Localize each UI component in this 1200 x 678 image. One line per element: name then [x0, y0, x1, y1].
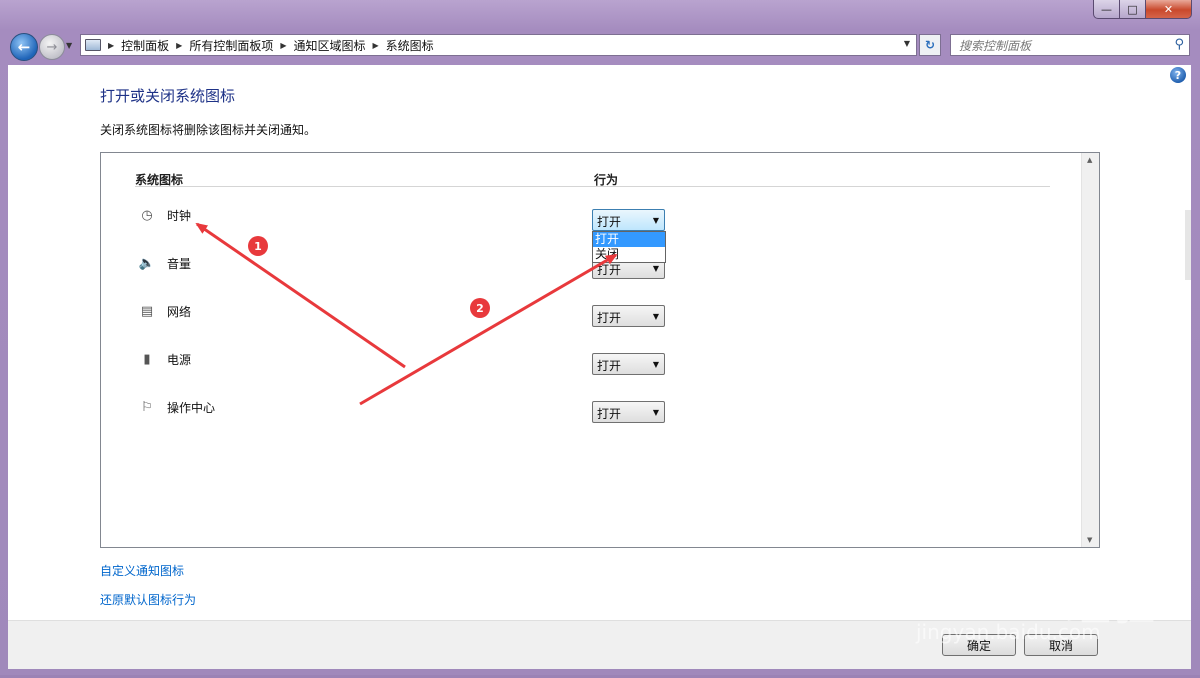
chevron-right-icon[interactable]: ▶ — [373, 41, 379, 50]
chevron-down-icon: ▼ — [652, 312, 659, 321]
caption-buttons: — □ ✕ — [1093, 0, 1192, 19]
row-power: ▮ 电源 — [101, 351, 1061, 381]
search-icon[interactable]: ⚲ — [1174, 37, 1184, 52]
content-area: ? 打开或关闭系统图标 关闭系统图标将删除该图标并关闭通知。 ▲ ▼ 系统图标 … — [8, 65, 1191, 620]
computer-icon — [85, 39, 101, 51]
recent-pages-chevron-icon[interactable]: ▼ — [66, 41, 72, 50]
action-center-behavior-select[interactable]: 打开 ▼ — [592, 401, 665, 423]
clock-icon: ◷ — [141, 207, 153, 223]
breadcrumb-control-panel[interactable]: 控制面板 — [121, 37, 169, 54]
search-input[interactable] — [957, 36, 1161, 56]
restore-default-behavior-link[interactable]: 还原默认图标行为 — [100, 591, 196, 608]
row-label: 操作中心 — [167, 401, 216, 415]
chevron-right-icon[interactable]: ▶ — [280, 41, 286, 50]
header-divider — [135, 186, 1050, 187]
minimize-button[interactable]: — — [1093, 0, 1120, 19]
row-network: ▤ 网络 — [101, 303, 1061, 333]
scroll-down-icon[interactable]: ▼ — [1087, 536, 1092, 544]
row-clock: ◷ 时钟 — [101, 207, 1061, 237]
window-frame: — □ ✕ ← → ▼ ▶ 控制面板 ▶ 所有控制面板项 ▶ 通知区域图标 ▶ … — [0, 0, 1200, 675]
customize-notification-icons-link[interactable]: 自定义通知图标 — [100, 562, 184, 579]
power-behavior-select[interactable]: 打开 ▼ — [592, 353, 665, 375]
chevron-right-icon[interactable]: ▶ — [108, 41, 114, 50]
refresh-button[interactable]: ↻ — [919, 34, 941, 56]
help-icon[interactable]: ? — [1170, 67, 1186, 83]
option-off[interactable]: 关闭 — [593, 247, 665, 262]
baidu-watermark-url: jingyan.baidu.com — [916, 620, 1101, 644]
row-action-center: ⚐ 操作中心 — [101, 399, 1061, 429]
breadcrumb-system-icons[interactable]: 系统图标 — [386, 37, 434, 54]
row-label: 时钟 — [167, 209, 192, 223]
select-value: 打开 — [597, 359, 622, 373]
chevron-down-icon: ▼ — [652, 264, 659, 273]
chevron-down-icon: ▼ — [652, 216, 659, 225]
network-icon: ▤ — [140, 303, 154, 319]
scroll-up-icon[interactable]: ▲ — [1087, 156, 1092, 164]
window-scrollbar[interactable] — [1185, 210, 1191, 280]
panel-scrollbar[interactable]: ▲ ▼ — [1081, 153, 1099, 547]
power-icon: ▮ — [143, 351, 151, 367]
chevron-down-icon: ▼ — [652, 408, 659, 417]
back-arrow-icon: ← — [17, 38, 31, 56]
select-value: 打开 — [597, 311, 622, 325]
option-on[interactable]: 打开 — [593, 232, 665, 247]
select-value: 打开 — [597, 263, 622, 277]
maximize-button[interactable]: □ — [1120, 0, 1146, 19]
page-title: 打开或关闭系统图标 — [100, 87, 236, 105]
select-value: 打开 — [597, 407, 622, 421]
forward-button[interactable]: → — [39, 34, 65, 60]
volume-icon: 🔈 — [138, 255, 156, 271]
row-label: 电源 — [167, 353, 192, 367]
chevron-right-icon[interactable]: ▶ — [176, 41, 182, 50]
address-dropdown-icon[interactable]: ▼ — [904, 39, 910, 48]
search-box[interactable]: ⚲ — [950, 34, 1190, 56]
refresh-icon: ↻ — [924, 38, 936, 52]
row-label: 网络 — [167, 305, 192, 319]
network-behavior-select[interactable]: 打开 ▼ — [592, 305, 665, 327]
breadcrumb-all-items[interactable]: 所有控制面板项 — [189, 37, 273, 54]
clock-behavior-dropdown: 打开 关闭 — [592, 231, 666, 263]
clock-behavior-select[interactable]: 打开 ▼ — [592, 209, 665, 231]
flag-icon: ⚐ — [141, 399, 153, 415]
page-description: 关闭系统图标将删除该图标并关闭通知。 — [100, 123, 317, 137]
row-volume: 🔈 音量 — [101, 255, 1061, 285]
forward-arrow-icon: → — [46, 39, 58, 55]
chevron-down-icon: ▼ — [652, 360, 659, 369]
system-icons-panel: ▲ ▼ 系统图标 行为 ◷ 时钟 打开 ▼ 🔈 音量 打开 ▼ ▤ 网络 打开 … — [100, 152, 1100, 548]
row-label: 音量 — [167, 257, 192, 271]
close-button[interactable]: ✕ — [1146, 0, 1192, 19]
address-bar[interactable]: ▶ 控制面板 ▶ 所有控制面板项 ▶ 通知区域图标 ▶ 系统图标 ▼ — [80, 34, 917, 56]
back-button[interactable]: ← — [10, 33, 38, 61]
breadcrumb-notification-icons[interactable]: 通知区域图标 — [294, 37, 366, 54]
select-value: 打开 — [597, 215, 622, 229]
